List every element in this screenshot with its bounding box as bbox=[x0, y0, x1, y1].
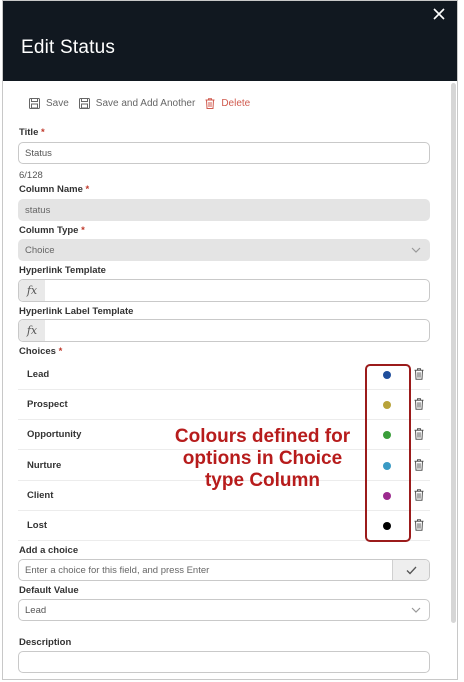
add-choice-button[interactable] bbox=[392, 560, 429, 580]
choice-label[interactable]: Lost bbox=[27, 520, 47, 531]
annotation-line: type Column bbox=[204, 470, 321, 491]
hyperlink-label-template-label: Hyperlink Label Template bbox=[19, 306, 134, 317]
panel-title: Edit Status bbox=[21, 37, 116, 58]
trash-icon[interactable] bbox=[414, 427, 424, 445]
column-type-value: Choice bbox=[25, 244, 55, 256]
edit-status-panel: Edit Status Save Save and Add Another De… bbox=[2, 0, 458, 680]
title-value: Status bbox=[25, 147, 52, 159]
column-name-input: status bbox=[18, 199, 430, 221]
color-highlight-box bbox=[365, 364, 411, 542]
column-name-value: status bbox=[25, 204, 51, 216]
trash-icon[interactable] bbox=[414, 458, 424, 476]
save-label: Save bbox=[46, 97, 69, 109]
choice-label[interactable]: Prospect bbox=[27, 399, 68, 410]
description-input[interactable] bbox=[18, 651, 430, 673]
save-icon bbox=[78, 97, 90, 109]
annotation-line: Colours defined for bbox=[174, 426, 351, 447]
title-input[interactable]: Status bbox=[18, 142, 430, 164]
add-choice-placeholder: Enter a choice for this field, and press… bbox=[25, 564, 210, 576]
save-and-add-another-label: Save and Add Another bbox=[95, 97, 196, 109]
save-icon bbox=[29, 97, 40, 109]
scrollbar[interactable] bbox=[451, 83, 456, 623]
toolbar: Save Save and Add Another Delete bbox=[29, 96, 260, 110]
chevron-down-icon bbox=[411, 247, 421, 253]
choices-label: Choices * bbox=[19, 346, 63, 357]
trash-icon[interactable] bbox=[414, 518, 424, 536]
hyperlink-template-label: Hyperlink Template bbox=[19, 265, 106, 276]
trash-icon bbox=[205, 97, 215, 109]
fx-icon: fx bbox=[19, 320, 45, 341]
close-icon[interactable] bbox=[433, 5, 445, 23]
choice-label[interactable]: Opportunity bbox=[27, 429, 81, 440]
hyperlink-template-input[interactable]: fx bbox=[18, 279, 430, 302]
column-name-label: Column Name * bbox=[19, 184, 90, 195]
delete-label: Delete bbox=[221, 97, 251, 109]
title-label: Title * bbox=[19, 127, 45, 138]
description-label: Description bbox=[19, 637, 72, 648]
annotation-line: options in Choice bbox=[182, 448, 343, 469]
delete-button[interactable]: Delete bbox=[205, 98, 250, 109]
hyperlink-label-template-input[interactable]: fx bbox=[18, 319, 430, 342]
save-and-add-another-button[interactable]: Save and Add Another bbox=[78, 97, 196, 109]
choice-label[interactable]: Nurture bbox=[27, 460, 61, 471]
trash-icon[interactable] bbox=[414, 367, 424, 385]
panel-header: Edit Status bbox=[3, 1, 457, 81]
add-choice-label: Add a choice bbox=[19, 545, 79, 556]
default-value-label: Default Value bbox=[19, 585, 79, 596]
default-value-select[interactable]: Lead bbox=[18, 599, 430, 621]
fx-icon: fx bbox=[19, 280, 45, 301]
column-type-select: Choice bbox=[18, 239, 430, 261]
trash-icon[interactable] bbox=[414, 488, 424, 506]
choice-label[interactable]: Lead bbox=[27, 369, 49, 380]
check-icon bbox=[406, 566, 416, 574]
add-choice-field[interactable]: Enter a choice for this field, and press… bbox=[18, 559, 430, 581]
default-value-value: Lead bbox=[25, 604, 47, 616]
chevron-down-icon bbox=[411, 607, 421, 613]
choice-label[interactable]: Client bbox=[27, 490, 53, 501]
save-button[interactable]: Save bbox=[29, 97, 69, 109]
annotation-text: Colours defined for options in Choice ty… bbox=[171, 426, 354, 492]
trash-icon[interactable] bbox=[414, 397, 424, 415]
title-char-counter: 6/128 bbox=[19, 170, 43, 181]
column-type-label: Column Type * bbox=[19, 225, 85, 236]
